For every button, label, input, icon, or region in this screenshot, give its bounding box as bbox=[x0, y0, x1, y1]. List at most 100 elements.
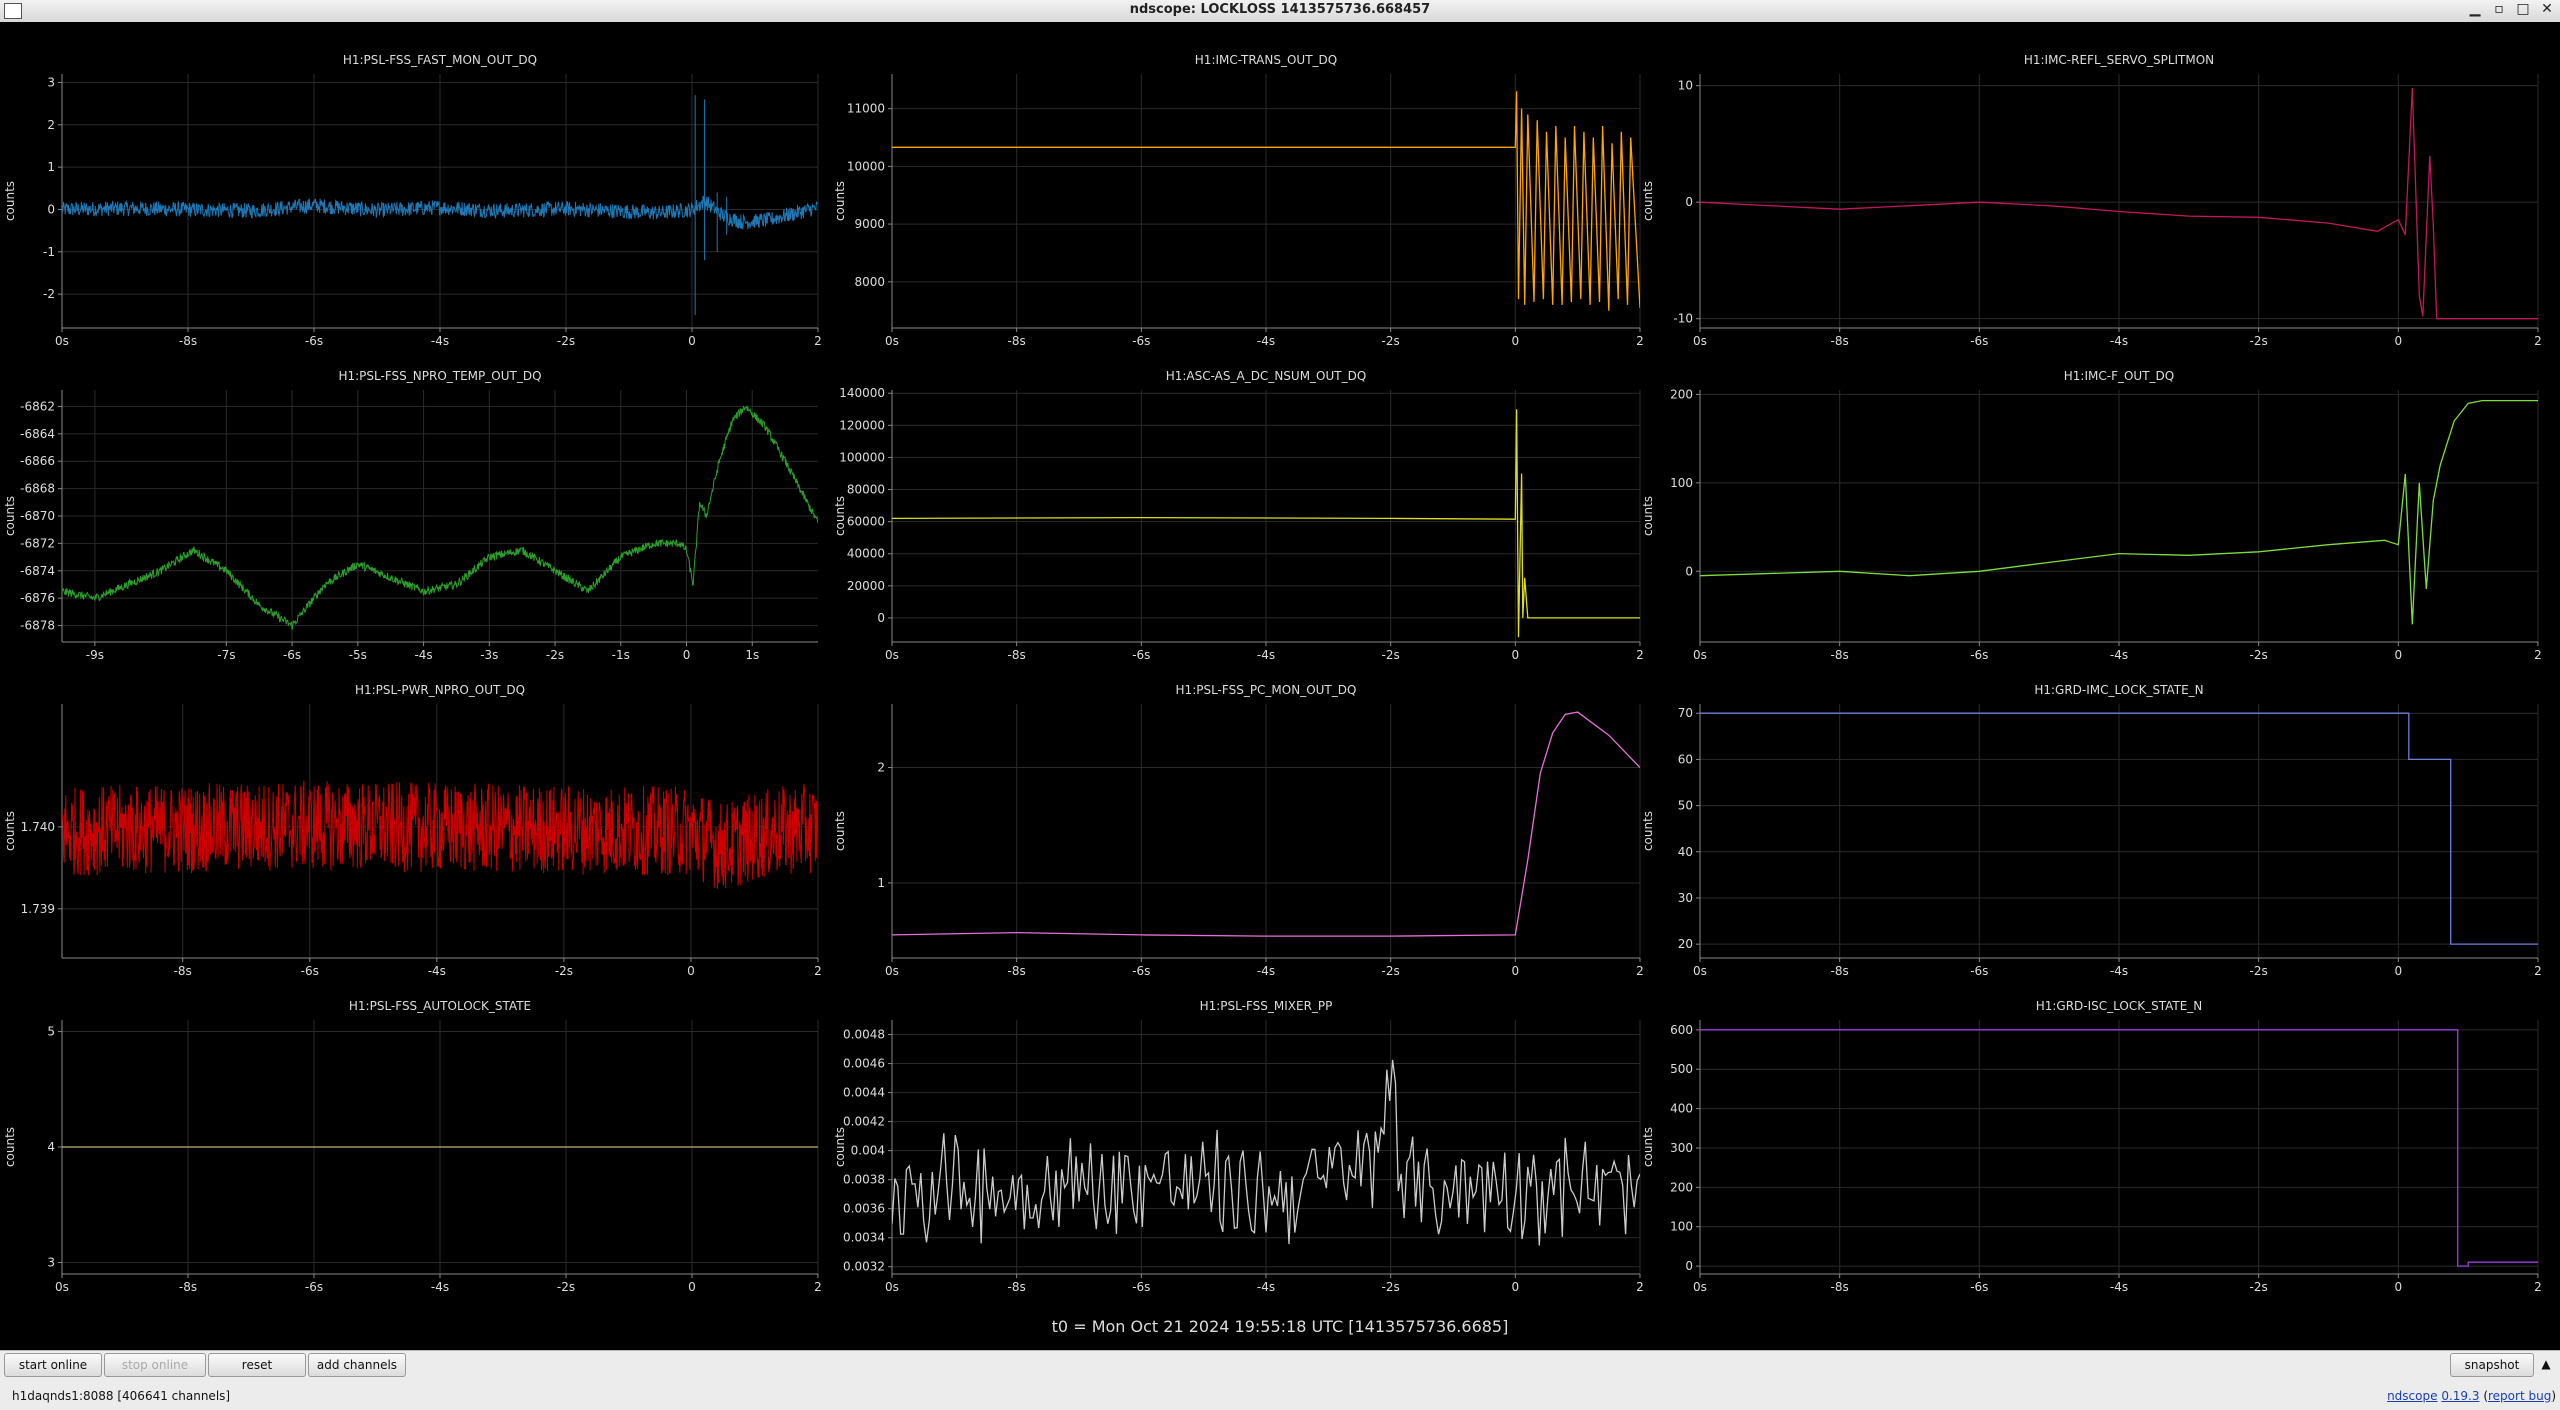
x-tick-label: -2s bbox=[555, 964, 573, 978]
x-tick-label: -8s bbox=[1831, 964, 1849, 978]
reset-button[interactable]: reset bbox=[208, 1353, 306, 1377]
chart-3: H1:IMC-REFL_SERVO_SPLITMONcounts 0s -8s -6s… bbox=[1641, 53, 2542, 348]
y-tick-label: -2 bbox=[43, 287, 55, 301]
x-tick-label: 0s bbox=[885, 334, 899, 348]
x-tick-label: -8s bbox=[174, 964, 192, 978]
chart-title: H1:IMC-TRANS_OUT_DQ bbox=[1195, 53, 1337, 67]
plot-grid: H1:PSL-FSS_FAST_MON_OUT_DQ counts 0s -8s -6s… bbox=[0, 22, 2560, 1350]
x-tick-label: 0 bbox=[2395, 334, 2403, 348]
x-tick-label: 0s bbox=[1693, 1280, 1707, 1294]
y-axis-label: counts bbox=[1641, 811, 1655, 851]
y-tick-label: 40 bbox=[1678, 845, 1693, 859]
x-tick-label: -2s bbox=[557, 1280, 575, 1294]
start-online-button[interactable]: start online bbox=[4, 1353, 102, 1377]
bottom-toolbar: start online stop online reset add chann… bbox=[0, 1350, 2560, 1410]
expand-icon[interactable]: ▲ bbox=[2536, 1353, 2556, 1375]
y-tick-label: 300 bbox=[1670, 1141, 1693, 1155]
x-tick-label: -7s bbox=[217, 648, 235, 662]
x-tick-label: -8s bbox=[1008, 334, 1026, 348]
y-tick-label: 0 bbox=[1685, 195, 1693, 209]
y-tick-label: 60000 bbox=[847, 515, 885, 529]
x-tick-label: 2 bbox=[1636, 648, 1644, 662]
window-title: ndscope: LOCKLOSS 1413575736.668457 bbox=[1129, 2, 1431, 17]
chart-title: H1:GRD-ISC_LOCK_STATE_N bbox=[2036, 999, 2203, 1013]
chart-8: H1:PSL-FSS_PC_MON_OUT_DQcounts 0s -8s -6s -4… bbox=[833, 683, 1644, 978]
y-tick-label: 10000 bbox=[847, 159, 885, 173]
window-titlebar[interactable]: ndscope: LOCKLOSS 1413575736.668457 ▁ ▫ … bbox=[0, 0, 2560, 23]
x-tick-label: -4s bbox=[414, 648, 432, 662]
x-tick-label: 0s bbox=[885, 648, 899, 662]
y-axis-label: counts bbox=[833, 496, 847, 536]
y-tick-label: 70 bbox=[1678, 706, 1693, 720]
y-tick-label: 3 bbox=[47, 75, 55, 89]
x-tick-label: -2s bbox=[1382, 334, 1400, 348]
x-tick-label: -2s bbox=[2250, 648, 2268, 662]
y-tick-label: -6876 bbox=[20, 591, 55, 605]
stop-online-button[interactable]: stop online bbox=[104, 1353, 206, 1377]
chart-1: H1:PSL-FSS_FAST_MON_OUT_DQcounts 0s -8s -6s… bbox=[3, 53, 822, 348]
chart-10: H1:PSL-FSS_AUTOLOCK_STATEcounts 0s -8s -6s -… bbox=[3, 999, 822, 1294]
x-tick-label: -6s bbox=[283, 648, 301, 662]
snapshot-button[interactable]: snapshot bbox=[2450, 1353, 2534, 1377]
y-tick-label: 0.0038 bbox=[843, 1173, 885, 1187]
x-tick-label: -2s bbox=[1382, 1280, 1400, 1294]
y-tick-label: 0.0042 bbox=[843, 1115, 885, 1129]
x-tick-label: 0 bbox=[687, 964, 695, 978]
minimize-icon[interactable]: ▁ bbox=[2468, 1, 2482, 17]
y-tick-label: 0.0034 bbox=[843, 1231, 885, 1245]
y-axis-label: counts bbox=[833, 1127, 847, 1167]
y-tick-label: 100 bbox=[1670, 1220, 1693, 1234]
y-tick-label: 0.0048 bbox=[843, 1028, 885, 1042]
y-axis-label: counts bbox=[833, 811, 847, 851]
version-link[interactable]: 0.19.3 bbox=[2441, 1389, 2479, 1403]
x-tick-label: -2s bbox=[1382, 964, 1400, 978]
y-tick-label: 60 bbox=[1678, 752, 1693, 766]
chart-title: H1:PSL-FSS_PC_MON_OUT_DQ bbox=[1176, 683, 1357, 697]
x-tick-label: -4s bbox=[1257, 964, 1275, 978]
x-tick-label: -4s bbox=[428, 964, 446, 978]
y-axis-label: counts bbox=[3, 811, 17, 851]
chart-title: H1:PSL-FSS_MIXER_PP bbox=[1200, 999, 1333, 1013]
y-tick-label: 2 bbox=[877, 761, 885, 775]
x-tick-label: -6s bbox=[1132, 334, 1150, 348]
chart-7: H1:PSL-PWR_NPRO_OUT_DQcounts -8s -6s -4s -2s… bbox=[3, 683, 822, 978]
x-tick-label: 0 bbox=[688, 334, 696, 348]
x-tick-label: 0 bbox=[1512, 1280, 1520, 1294]
ndscope-link[interactable]: ndscope bbox=[2387, 1389, 2437, 1403]
y-tick-label: -6878 bbox=[20, 619, 55, 633]
y-tick-label: 0.0044 bbox=[843, 1086, 885, 1100]
x-tick-label: -4s bbox=[1257, 334, 1275, 348]
x-tick-label: -6s bbox=[1970, 1280, 1988, 1294]
y-tick-label: -6866 bbox=[20, 454, 55, 468]
y-tick-label: 1.740 bbox=[21, 820, 55, 834]
y-axis-label: counts bbox=[3, 496, 17, 536]
y-tick-label: 120000 bbox=[839, 418, 885, 432]
y-tick-label: 0.0036 bbox=[843, 1202, 885, 1216]
restore-icon[interactable]: ▫ bbox=[2492, 1, 2506, 17]
x-tick-label: -2s bbox=[1382, 648, 1400, 662]
x-tick-label: -4s bbox=[431, 1280, 449, 1294]
close-icon[interactable]: ✕ bbox=[2540, 1, 2554, 17]
series-line bbox=[62, 405, 818, 631]
x-tick-label: 0 bbox=[2395, 1280, 2403, 1294]
report-bug-link[interactable]: report bug bbox=[2488, 1389, 2551, 1403]
x-tick-label: -2s bbox=[2250, 334, 2268, 348]
chart-5: H1:ASC-AS_A_DC_NSUM_OUT_DQcounts 0s -8s -6s… bbox=[833, 369, 1644, 662]
x-tick-label: 0 bbox=[2395, 964, 2403, 978]
x-tick-label: 2 bbox=[814, 964, 822, 978]
x-tick-label: -8s bbox=[179, 334, 197, 348]
y-axis-label: counts bbox=[3, 181, 17, 221]
x-tick-label: -6s bbox=[305, 1280, 323, 1294]
x-tick-label: -4s bbox=[2110, 1280, 2128, 1294]
y-tick-label: -6874 bbox=[20, 564, 55, 578]
y-tick-label: 0.004 bbox=[851, 1144, 885, 1158]
chart-12: H1:GRD-ISC_LOCK_STATE_Ncounts 0s -8s -6s -4s… bbox=[1641, 999, 2542, 1294]
y-tick-label: 4 bbox=[47, 1140, 55, 1154]
x-tick-label: -5s bbox=[349, 648, 367, 662]
maximize-icon[interactable]: □ bbox=[2516, 1, 2530, 17]
y-tick-label: -6868 bbox=[20, 482, 55, 496]
add-channels-button[interactable]: add channels bbox=[308, 1353, 406, 1377]
y-tick-label: 400 bbox=[1670, 1102, 1693, 1116]
x-tick-label: 2 bbox=[814, 334, 822, 348]
chart-6: H1:IMC-F_OUT_DQcounts 0s -8s -6s -4s -2s 0 2 0 10… bbox=[1641, 369, 2542, 662]
